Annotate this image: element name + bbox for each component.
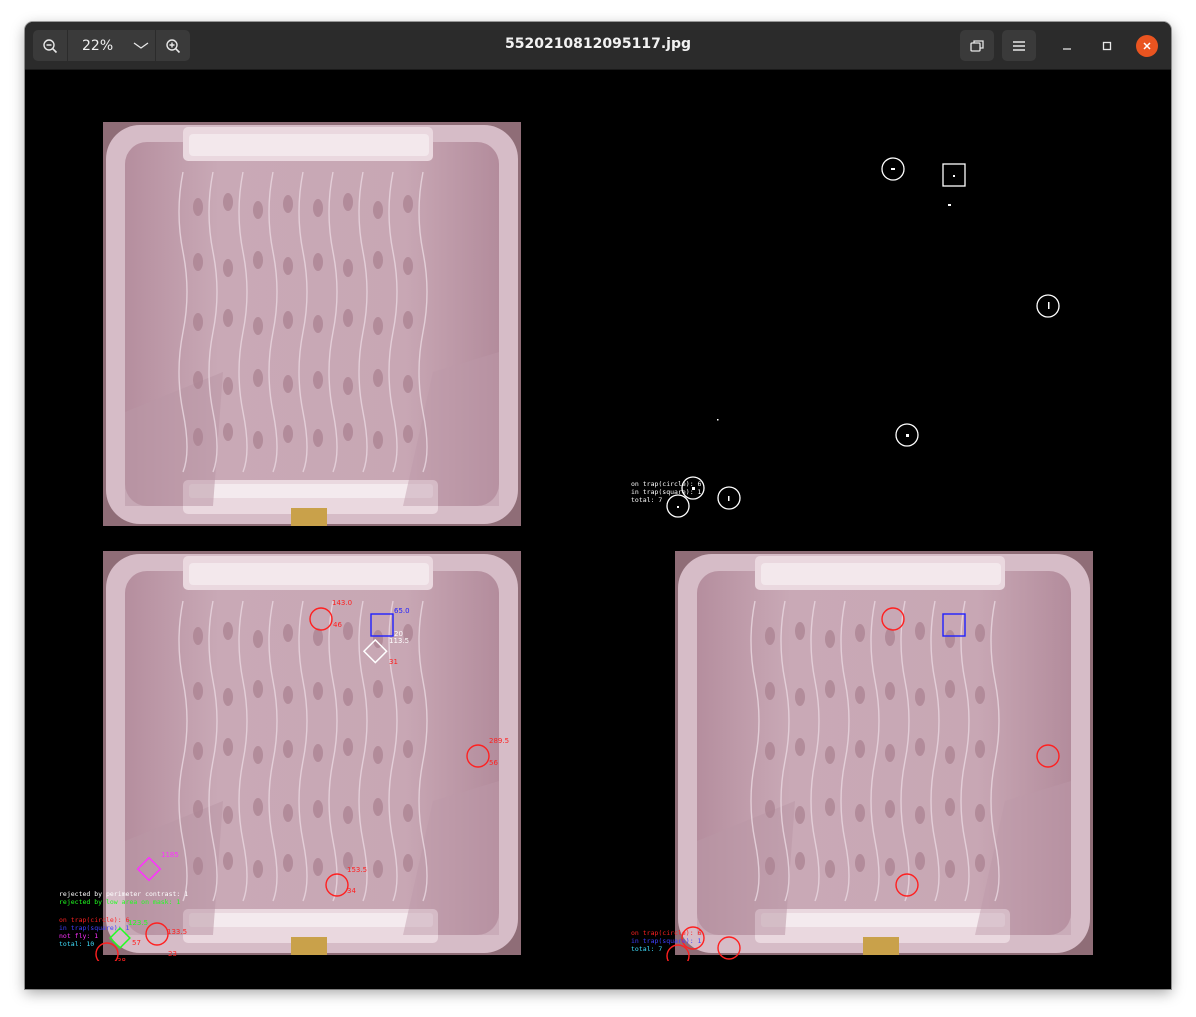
legend-line: in trap(square): 1 xyxy=(631,488,702,496)
legend-line: in trap(square): 1 xyxy=(59,924,130,932)
maximize-icon xyxy=(1102,41,1112,51)
legend-line: on trap(circle): 6 xyxy=(631,480,702,488)
detections-overlay xyxy=(666,607,1060,961)
image-viewer-window: 22% 5520210812095117.jpg on trap(circle)… xyxy=(25,22,1171,989)
minimize-icon xyxy=(1063,48,1071,50)
summary-legend: on trap(circle): 6 in trap(square): 1 to… xyxy=(631,929,701,953)
detection-label: 31 xyxy=(389,658,398,666)
legend-line: on trap(circle): 6 xyxy=(631,929,702,937)
mask-overlay xyxy=(666,157,1060,518)
detection-label: 38 xyxy=(117,957,126,961)
detection-label: 46 xyxy=(333,621,342,629)
annotated-tray-image-summary: on trap(circle): 6 in trap(square): 1 to… xyxy=(625,551,1095,961)
legend-line: rejected by low area on mask: 1 xyxy=(59,898,181,906)
detection-label: 153.5 xyxy=(347,866,368,874)
detection-legend: rejected by perimeter contrast: 1 reject… xyxy=(59,890,188,948)
legend-line: not fly: 1 xyxy=(59,932,99,940)
legend-line: on trap(circle): 6 xyxy=(59,916,130,924)
annotated-tray-image-detailed: 143.0 46 65.0 20 113.5 31 289.5 56 153.5… xyxy=(55,551,525,961)
detection-label: 289.5 xyxy=(489,737,510,745)
legend-line: total: 10 xyxy=(59,940,95,948)
tray-photo xyxy=(103,122,521,526)
legend-line: total: 7 xyxy=(631,945,663,953)
detection-label: 113.5 xyxy=(389,637,410,645)
detection-label: 65.0 xyxy=(394,607,410,615)
legend-line: in trap(square): 1 xyxy=(631,937,702,945)
detection-label: 56 xyxy=(489,759,498,767)
restore-view-button[interactable] xyxy=(960,30,994,61)
detection-label: 1185 xyxy=(161,851,179,859)
detection-label: 143.0 xyxy=(332,599,353,607)
detection-mask-image: on trap(circle): 6 in trap(square): 1 to… xyxy=(625,122,1105,526)
maximize-button[interactable] xyxy=(1096,35,1118,57)
titlebar: 22% 5520210812095117.jpg xyxy=(25,22,1171,70)
restore-view-icon xyxy=(970,39,984,52)
hamburger-menu-icon xyxy=(1013,40,1025,51)
close-button[interactable] xyxy=(1136,35,1158,57)
mask-legend: on trap(circle): 6 in trap(square): 1 to… xyxy=(631,480,701,504)
minimize-button[interactable] xyxy=(1056,35,1078,57)
window-title: 5520210812095117.jpg xyxy=(504,36,692,52)
original-tray-image xyxy=(103,122,521,526)
legend-line: rejected by perimeter contrast: 1 xyxy=(59,890,189,898)
menu-button[interactable] xyxy=(1002,30,1036,61)
close-icon xyxy=(1143,42,1151,50)
detection-label: 23 xyxy=(168,950,177,958)
detection-label: 34 xyxy=(347,887,356,895)
legend-line: total: 7 xyxy=(631,496,663,504)
image-canvas[interactable]: on trap(circle): 6 in trap(square): 1 to… xyxy=(25,70,1171,989)
